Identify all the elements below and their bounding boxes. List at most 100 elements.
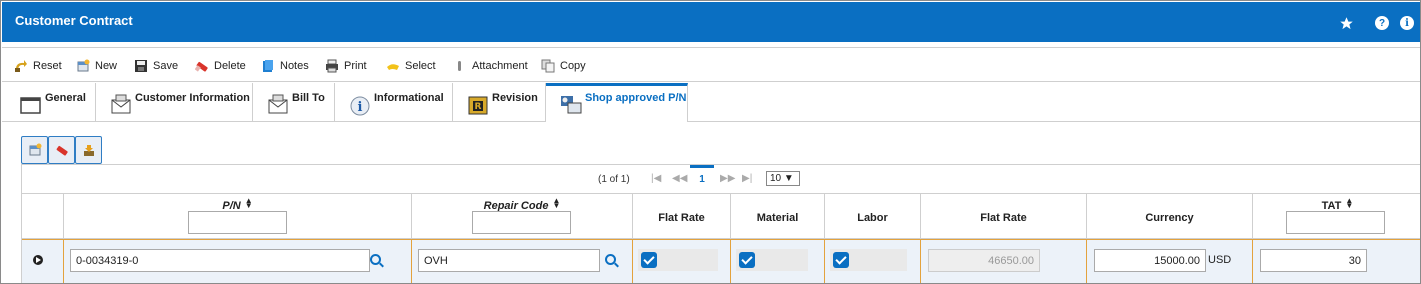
labor-column-header: Labor	[825, 194, 921, 239]
help-icon[interactable]: ?	[1375, 16, 1389, 30]
tab-revision-label: Revision	[492, 92, 538, 104]
general-tab-icon	[20, 94, 42, 116]
shop-approved-pn-tab-icon	[560, 94, 582, 116]
tab-bill-to-label: Bill To	[292, 92, 325, 104]
flat-rate-checkbox[interactable]	[641, 252, 657, 268]
currency-header-label: Currency	[1145, 212, 1194, 224]
pn-filter-input[interactable]	[188, 211, 287, 234]
print-icon	[325, 59, 339, 73]
last-page-icon[interactable]: ▶|	[742, 173, 752, 184]
page-size-select[interactable]: 10 ▼	[766, 171, 800, 186]
reset-icon	[14, 59, 28, 73]
material-header-label: Material	[756, 212, 799, 224]
print-button[interactable]: Print	[325, 58, 367, 74]
material-checkbox[interactable]	[739, 252, 755, 268]
material-column-header: Material	[731, 194, 825, 239]
tab-customer-information[interactable]: Customer Information	[96, 83, 253, 122]
expander-column-header	[22, 194, 64, 239]
attachment-label: Attachment	[472, 60, 528, 72]
copy-icon	[541, 59, 555, 73]
tab-shop-approved-pn[interactable]: Shop approved P/N	[546, 83, 688, 122]
delete-icon	[56, 145, 68, 156]
tab-shop-approved-pn-label: Shop approved P/N	[585, 92, 687, 104]
page-title: Customer Contract	[15, 13, 133, 28]
delete-icon	[194, 59, 209, 73]
add-row-button[interactable]	[21, 136, 48, 164]
import-icon	[83, 145, 94, 156]
next-page-icon[interactable]: ▶▶	[720, 173, 735, 184]
current-page[interactable]: 1	[690, 165, 714, 193]
tab-customer-information-label: Customer Information	[135, 92, 250, 104]
delete-button[interactable]: Delete	[194, 58, 246, 74]
save-button[interactable]: Save	[134, 58, 178, 74]
info-icon[interactable]: i	[1400, 16, 1414, 30]
copy-button[interactable]: Copy	[541, 58, 586, 74]
tab-informational-label: Informational	[374, 92, 444, 104]
new-button[interactable]: New	[76, 58, 117, 74]
paginator: (1 of 1) |◀ ◀◀ 1 ▶▶ ▶| 10 ▼	[22, 165, 1420, 194]
notes-icon	[261, 59, 275, 73]
sort-icon[interactable]: ▲ ▼	[1345, 197, 1353, 210]
reset-button[interactable]: Reset	[14, 58, 62, 74]
save-label: Save	[153, 60, 179, 72]
repair-code-column-header[interactable]: Repair Code ▲ ▼	[412, 194, 633, 239]
star-icon[interactable]	[1339, 16, 1354, 31]
new-label: New	[95, 60, 118, 72]
customer-information-tab-icon	[110, 94, 132, 116]
delete-row-button[interactable]	[48, 136, 75, 164]
new-icon	[76, 59, 90, 73]
page-summary: (1 of 1)	[598, 174, 630, 185]
reset-label: Reset	[33, 60, 62, 72]
attachment-icon	[453, 59, 467, 73]
select-icon	[386, 59, 400, 73]
row-expander-icon[interactable]	[33, 255, 43, 265]
labor-checkbox[interactable]	[833, 252, 849, 268]
revision-tab-icon: R	[467, 94, 489, 116]
labor-header-label: Labor	[857, 212, 888, 224]
flat-rate-header-label: Flat Rate	[980, 212, 1027, 224]
pn-column-header[interactable]: P/N ▲ ▼	[64, 194, 412, 239]
currency-code: USD	[1208, 254, 1232, 266]
svg-text:i: i	[358, 100, 363, 115]
tab-bar: General Customer Information Bill To i I…	[2, 83, 1420, 122]
notes-label: Notes	[280, 60, 309, 72]
first-page-icon[interactable]: |◀	[651, 173, 661, 184]
flat-rate-check-column-header: Flat Rate	[633, 194, 731, 239]
select-label: Select	[405, 60, 436, 72]
tab-revision[interactable]: R Revision	[453, 83, 546, 122]
title-bar: Customer Contract ? i	[2, 2, 1420, 42]
pn-field[interactable]	[70, 249, 370, 272]
currency-amount-field[interactable]	[1094, 249, 1206, 272]
sort-icon[interactable]: ▲ ▼	[552, 197, 560, 210]
search-icon[interactable]	[605, 254, 616, 265]
tab-informational[interactable]: i Informational	[335, 83, 453, 122]
search-icon[interactable]	[370, 254, 381, 265]
grid-header: P/N ▲ ▼ Repair Code ▲ ▼ Flat Rate Material L…	[22, 194, 1420, 239]
flat-rate-field	[928, 249, 1040, 272]
copy-label: Copy	[560, 60, 586, 72]
attachment-button[interactable]: Attachment	[453, 58, 528, 74]
prev-page-icon[interactable]: ◀◀	[672, 173, 687, 184]
bill-to-tab-icon	[267, 94, 289, 116]
delete-label: Delete	[214, 60, 246, 72]
new-icon	[29, 143, 41, 156]
informational-tab-icon: i	[349, 94, 371, 116]
tat-column-header[interactable]: TAT ▲ ▼	[1253, 194, 1420, 239]
select-button[interactable]: Select	[386, 58, 436, 74]
currency-column-header: Currency	[1087, 194, 1253, 239]
print-label: Print	[344, 60, 367, 72]
import-row-button[interactable]	[75, 136, 102, 164]
tab-general-label: General	[45, 92, 86, 104]
repair-code-field[interactable]	[418, 249, 600, 272]
flat-rate-column-header: Flat Rate	[921, 194, 1087, 239]
sort-icon[interactable]: ▲ ▼	[245, 197, 253, 210]
svg-text:R: R	[475, 102, 482, 112]
tat-filter-input[interactable]	[1286, 211, 1385, 234]
shop-approved-pn-grid: (1 of 1) |◀ ◀◀ 1 ▶▶ ▶| 10 ▼ P/N ▲ ▼ Repair…	[21, 164, 1420, 283]
repair-code-filter-input[interactable]	[472, 211, 571, 234]
tat-field[interactable]	[1260, 249, 1367, 272]
notes-button[interactable]: Notes	[261, 58, 309, 74]
tab-general[interactable]: General	[20, 83, 96, 122]
tab-bill-to[interactable]: Bill To	[253, 83, 335, 122]
table-row[interactable]: USD	[22, 239, 1420, 283]
